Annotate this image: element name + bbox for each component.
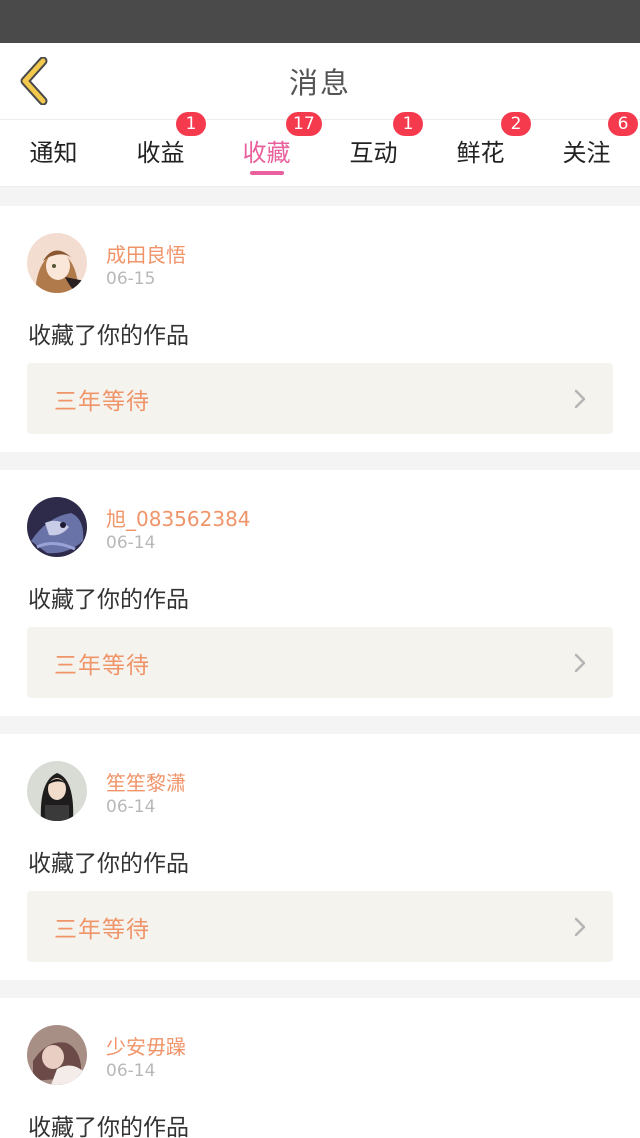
message-text: 收藏了你的作品: [28, 851, 189, 877]
tab-label: 收藏: [242, 139, 291, 167]
avatar[interactable]: [27, 497, 87, 557]
tab-label: 通知: [29, 139, 78, 167]
work-link[interactable]: 三年等待: [27, 363, 613, 434]
tab-notifications[interactable]: 通知: [0, 120, 107, 187]
tab-interaction[interactable]: 互动 1: [320, 112, 427, 187]
timestamp: 06-14: [106, 1061, 156, 1081]
tab-flowers[interactable]: 鲜花 2: [427, 112, 534, 187]
badge-count: 1: [393, 112, 423, 136]
message-text: 收藏了你的作品: [28, 1115, 189, 1138]
back-button[interactable]: [14, 57, 54, 105]
tab-label: 收益: [136, 139, 185, 167]
work-title: 三年等待: [54, 388, 150, 415]
message-list: 成田良悟 06-15 收藏了你的作品 三年等待 旭_083562384 06-1…: [0, 187, 640, 1138]
username[interactable]: 笙笙黎潇: [106, 767, 186, 796]
work-link[interactable]: 三年等待: [27, 891, 613, 962]
message-card: 成田良悟 06-15 收藏了你的作品 三年等待: [0, 206, 640, 452]
page-title: 消息: [288, 66, 351, 100]
active-tab-indicator: [249, 171, 284, 175]
tab-label: 关注: [562, 139, 611, 167]
message-card: 旭_083562384 06-14 收藏了你的作品 三年等待: [0, 470, 640, 716]
tab-bar: 通知 收益 1 收藏 17 互动 1 鲜花 2 关注 6: [0, 112, 640, 187]
avatar[interactable]: [27, 1025, 87, 1085]
tab-label: 互动: [349, 139, 398, 167]
work-title: 三年等待: [54, 916, 150, 943]
tab-earnings[interactable]: 收益 1: [107, 112, 214, 187]
chevron-right-icon: [574, 389, 586, 408]
avatar[interactable]: [27, 233, 87, 293]
message-card: 笙笙黎潇 06-14 收藏了你的作品 三年等待: [0, 734, 640, 980]
work-link[interactable]: 三年等待: [27, 627, 613, 698]
back-arrow-icon: [20, 57, 48, 105]
timestamp: 06-15: [106, 269, 156, 289]
avatar[interactable]: [27, 761, 87, 821]
badge-count: 1: [176, 112, 206, 136]
status-bar: [0, 0, 640, 43]
badge-count: 6: [608, 112, 638, 136]
username[interactable]: 成田良悟: [106, 239, 186, 268]
work-title: 三年等待: [54, 652, 150, 679]
tab-follow[interactable]: 关注 6: [533, 112, 640, 187]
header: 消息: [0, 43, 640, 120]
badge-count: 17: [286, 112, 322, 136]
message-card: 少安毋躁 06-14 收藏了你的作品: [0, 998, 640, 1138]
message-text: 收藏了你的作品: [28, 587, 189, 613]
username[interactable]: 旭_083562384: [106, 503, 251, 532]
message-text: 收藏了你的作品: [28, 323, 189, 349]
tab-favorites[interactable]: 收藏 17: [213, 112, 322, 187]
timestamp: 06-14: [106, 797, 156, 817]
username[interactable]: 少安毋躁: [106, 1031, 186, 1060]
chevron-right-icon: [574, 917, 586, 936]
timestamp: 06-14: [106, 533, 156, 553]
chevron-right-icon: [574, 653, 586, 672]
badge-count: 2: [501, 112, 531, 136]
tab-label: 鲜花: [456, 139, 505, 167]
